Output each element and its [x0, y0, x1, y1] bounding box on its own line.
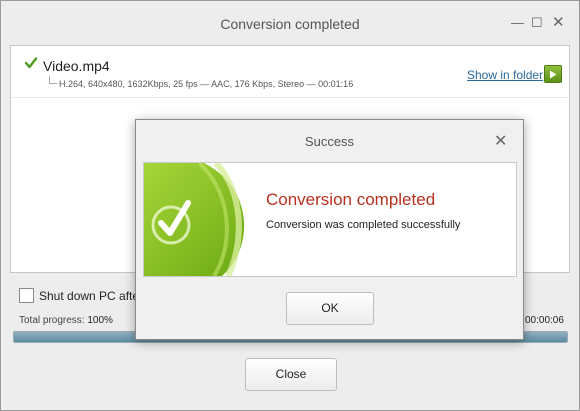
- file-name: Video.mp4: [43, 58, 110, 74]
- close-button[interactable]: Close: [245, 358, 337, 391]
- play-icon: [550, 70, 557, 79]
- minimize-icon[interactable]: —: [511, 15, 524, 31]
- shutdown-checkbox[interactable]: [19, 288, 34, 303]
- file-details: H.264, 640x480, 1632Kbps, 25 fps — AAC, …: [59, 79, 354, 89]
- window-title: Conversion completed: [220, 16, 360, 32]
- dialog-heading: Conversion completed: [266, 190, 436, 209]
- shutdown-label: Shut down PC after: [39, 289, 144, 303]
- elapsed-time: 00:00:06: [525, 315, 564, 326]
- ok-button[interactable]: OK: [286, 292, 374, 325]
- title-bar: Conversion completed — ☐ ✕: [1, 1, 579, 45]
- tree-connector: [49, 76, 57, 84]
- dialog-message: Conversion was completed successfully: [266, 219, 461, 231]
- close-icon[interactable]: ✕: [552, 15, 565, 31]
- dialog-title: Success: [304, 134, 355, 149]
- dialog-content: Conversion completed Conversion was comp…: [143, 162, 517, 277]
- dialog-close-icon[interactable]: ✕: [494, 131, 507, 151]
- maximize-icon[interactable]: ☐: [531, 15, 543, 31]
- check-icon: [24, 56, 38, 75]
- success-check-graphic: [144, 163, 254, 276]
- total-progress-text: Total progress:: [19, 315, 85, 326]
- play-button[interactable]: [544, 65, 562, 83]
- list-item: Video.mp4 H.264, 640x480, 1632Kbps, 25 f…: [11, 46, 569, 98]
- total-progress-value: 100%: [87, 315, 113, 326]
- total-progress-label: Total progress: 100%: [19, 315, 113, 326]
- success-dialog: Success ✕ Conversion completed Conversio…: [135, 119, 524, 340]
- show-in-folder-link[interactable]: Show in folder: [467, 68, 543, 82]
